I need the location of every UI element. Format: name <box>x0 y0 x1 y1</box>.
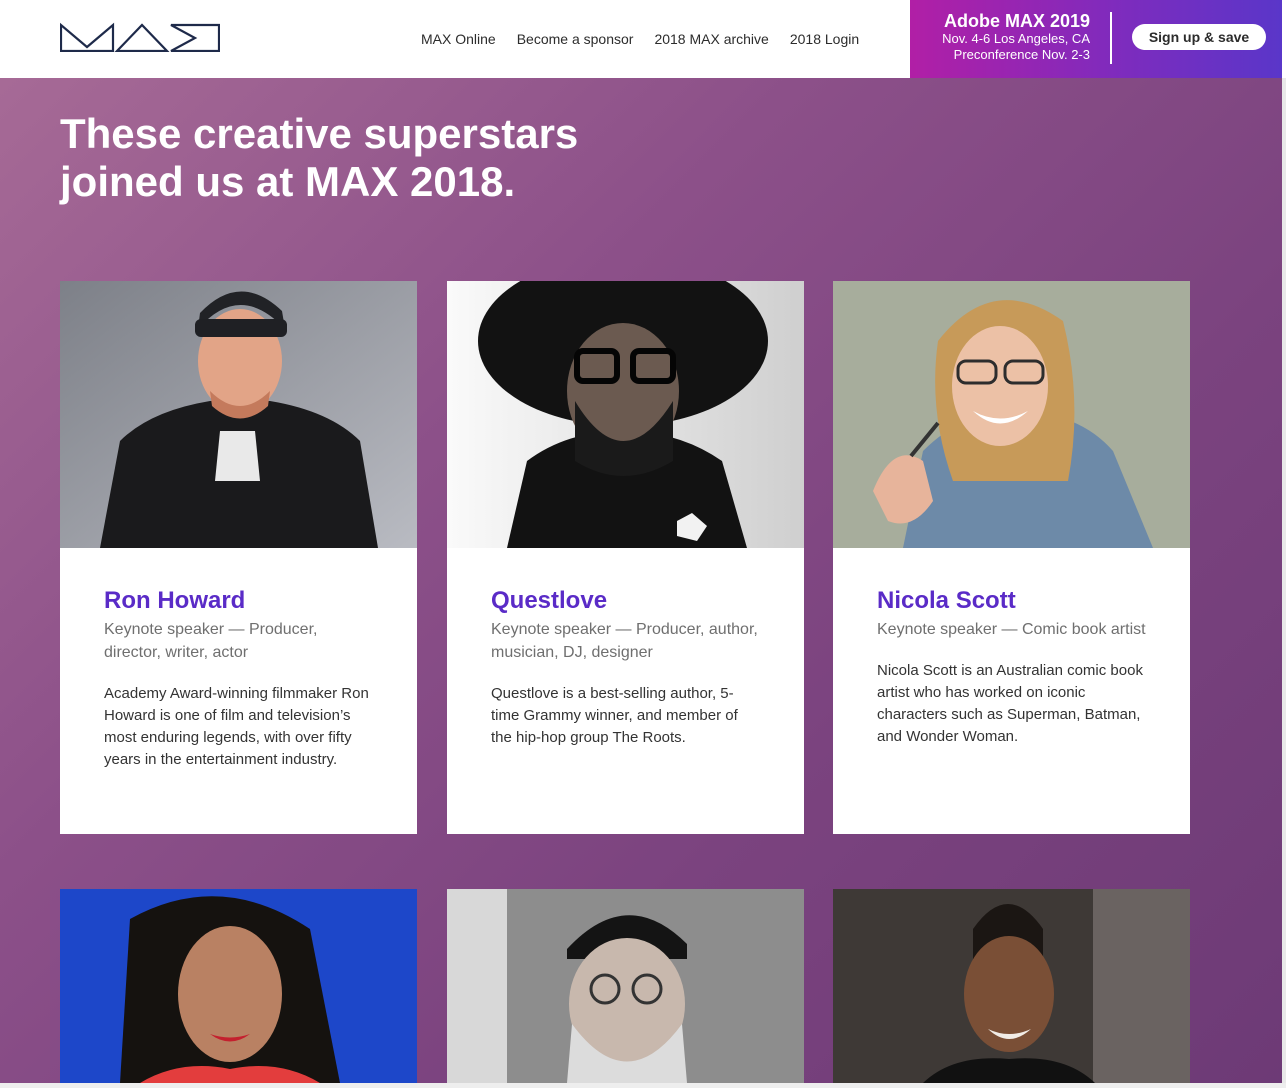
speaker-photo[interactable] <box>447 889 804 1083</box>
speaker-info: Ron Howard Keynote speaker — Producer, d… <box>104 586 374 771</box>
nav-2018-login[interactable]: 2018 Login <box>790 31 859 49</box>
sign-up-button[interactable]: Sign up & save <box>1132 24 1266 50</box>
speaker-role: Keynote speaker — Comic book artist <box>877 621 1146 638</box>
speaker-role: Keynote speaker — Producer, author, musi… <box>491 621 758 661</box>
promo-divider <box>1110 12 1112 64</box>
speaker-photo <box>60 281 417 548</box>
speaker-description: Nicola Scott is an Australian comic book… <box>877 662 1143 745</box>
speaker-photo[interactable] <box>60 889 417 1083</box>
speaker-photo <box>833 281 1190 548</box>
promo-preconference: Preconference Nov. 2-3 <box>953 47 1090 62</box>
speaker-info: Nicola Scott Keynote speaker — Comic boo… <box>877 586 1147 748</box>
speaker-info: Questlove Keynote speaker — Producer, au… <box>491 586 761 749</box>
speaker-card[interactable]: Ron Howard Keynote speaker — Producer, d… <box>60 281 417 834</box>
page-title-line-2: joined us at MAX 2018. <box>60 158 516 205</box>
nav-2018-archive[interactable]: 2018 MAX archive <box>654 31 768 49</box>
promo-banner: Adobe MAX 2019 Nov. 4-6 Los Angeles, CA … <box>910 0 1282 78</box>
speaker-name[interactable]: Ron Howard <box>104 586 374 616</box>
main-content: These creative superstars joined us at M… <box>0 78 1282 1083</box>
nav-become-sponsor[interactable]: Become a sponsor <box>517 31 634 49</box>
promo-title: Adobe MAX 2019 <box>943 11 1090 31</box>
speaker-photo[interactable] <box>833 889 1190 1083</box>
nav-max-online[interactable]: MAX Online <box>421 31 496 49</box>
speaker-card[interactable]: Questlove Keynote speaker — Producer, au… <box>447 281 804 834</box>
scrollbar[interactable] <box>1282 78 1286 1088</box>
promo-text: Adobe MAX 2019 Nov. 4-6 Los Angeles, CA … <box>910 11 1090 63</box>
page-bottom-edge <box>0 1083 1286 1088</box>
speaker-name[interactable]: Nicola Scott <box>877 586 1147 616</box>
speaker-description: Academy Award-winning filmmaker Ron Howa… <box>104 685 369 768</box>
promo-dates: Nov. 4-6 Los Angeles, CA <box>942 31 1090 46</box>
speaker-role: Keynote speaker — Producer, director, wr… <box>104 621 318 661</box>
speaker-photo <box>447 281 804 548</box>
max-logo[interactable] <box>59 22 221 53</box>
speaker-card[interactable]: Nicola Scott Keynote speaker — Comic boo… <box>833 281 1190 834</box>
site-header: MAX Online Become a sponsor 2018 MAX arc… <box>0 0 1286 78</box>
speaker-description: Questlove is a best-selling author, 5-ti… <box>491 685 738 746</box>
page-title-line-1: These creative superstars <box>60 110 579 157</box>
top-nav: MAX Online Become a sponsor 2018 MAX arc… <box>421 31 859 49</box>
speaker-name[interactable]: Questlove <box>491 586 761 616</box>
page-title: These creative superstars joined us at M… <box>60 110 660 206</box>
